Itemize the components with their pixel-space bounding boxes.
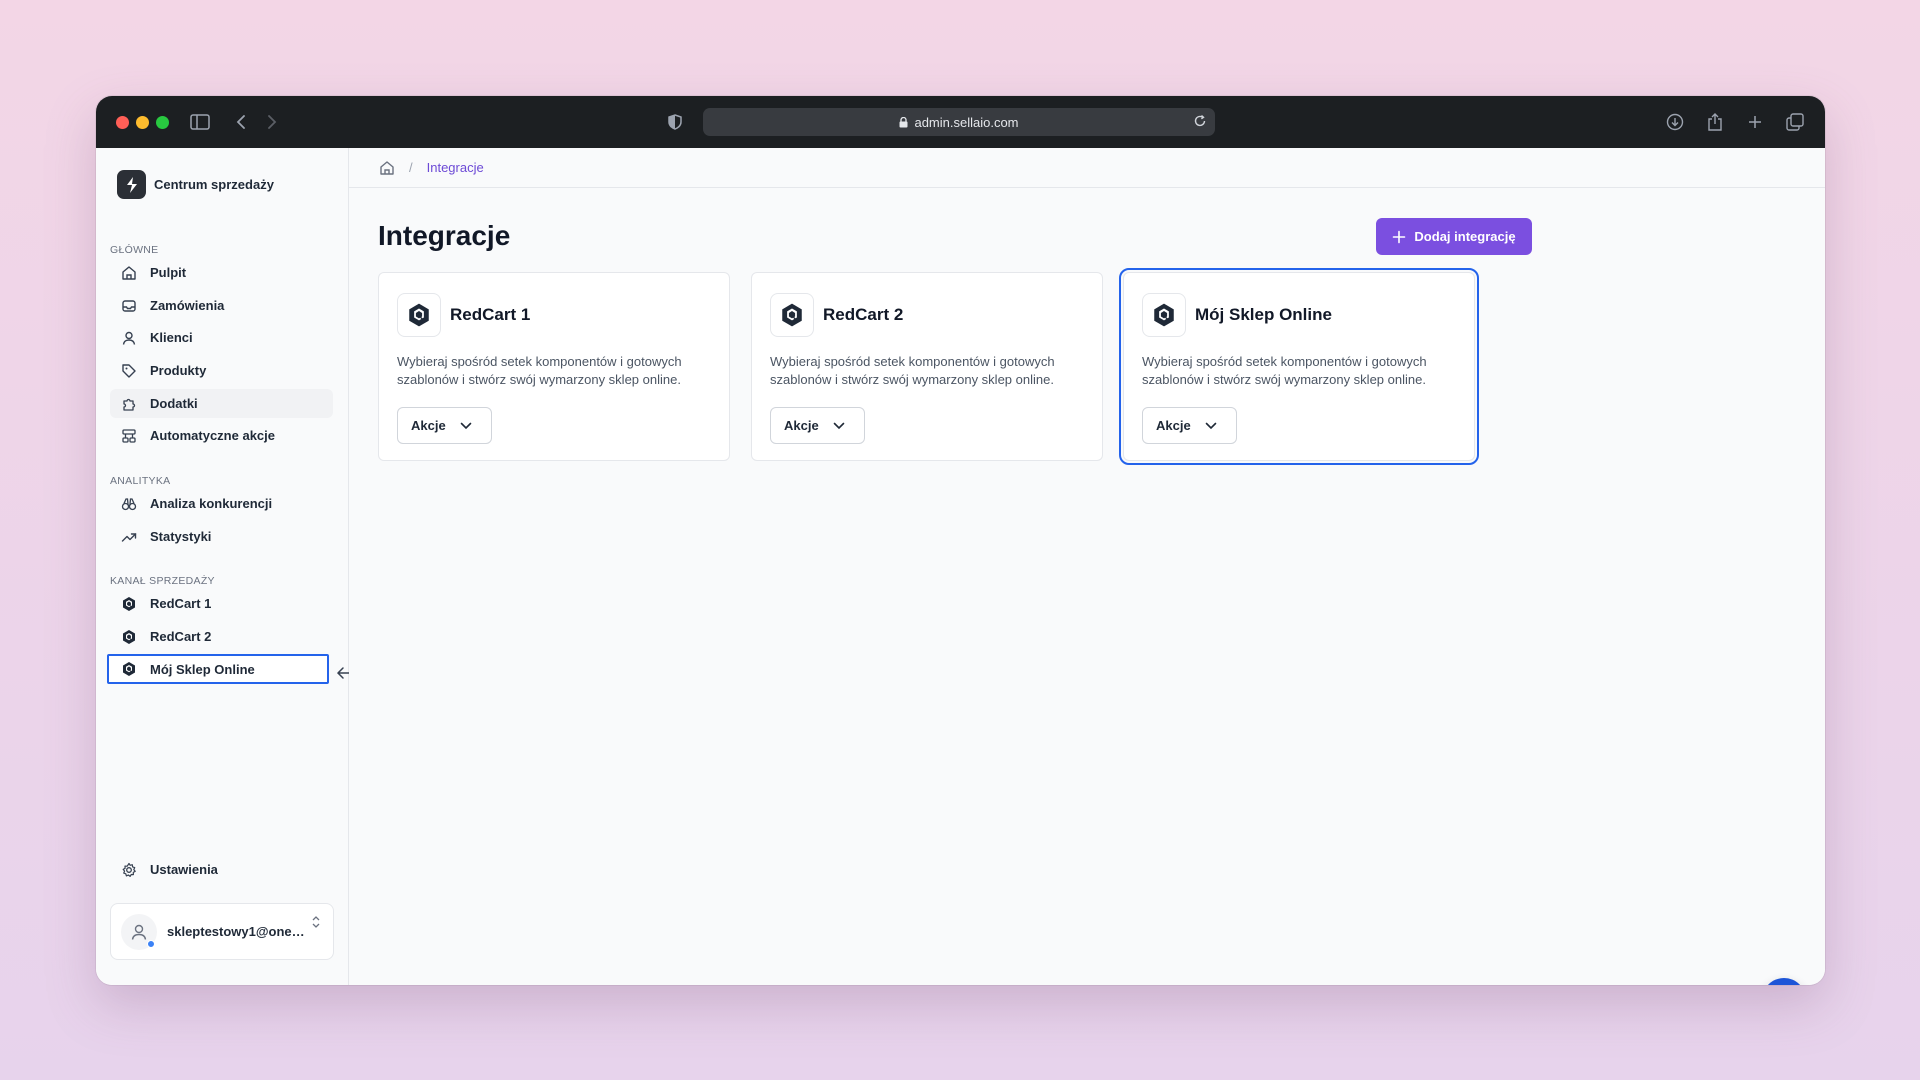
sidebar-item-klienci[interactable]: Klienci xyxy=(110,323,333,352)
address-bar[interactable]: admin.sellaio.com xyxy=(703,108,1215,136)
chevron-up-down-icon xyxy=(311,914,321,935)
redcart-logo-icon xyxy=(120,628,138,646)
tabs-overview-icon[interactable] xyxy=(1782,109,1808,135)
sidebar-item-moj-sklep-online[interactable]: Mój Sklep Online xyxy=(107,654,329,684)
sidebar-item-label: RedCart 2 xyxy=(150,629,212,644)
actions-dropdown-button[interactable]: Akcje xyxy=(770,407,865,444)
trend-icon xyxy=(120,528,138,546)
sidebar-item-analiza-konkurencji[interactable]: Analiza konkurencji xyxy=(110,489,333,518)
sidebar: Centrum sprzedaży GŁÓWNE Pulpit Zamówien… xyxy=(96,148,349,985)
home-icon xyxy=(120,264,138,282)
sidebar-item-label: Klienci xyxy=(150,330,193,345)
breadcrumb-separator: / xyxy=(409,160,413,175)
window-maximize-button[interactable] xyxy=(156,116,169,129)
binoculars-icon xyxy=(120,495,138,513)
chevron-down-icon xyxy=(833,422,845,430)
window-close-button[interactable] xyxy=(116,116,129,129)
user-account-switcher[interactable]: skleptestowy1@onet.pl xyxy=(110,903,334,960)
redcart-logo-icon xyxy=(1142,293,1186,337)
workflow-icon xyxy=(120,427,138,445)
sidebar-item-ustawienia[interactable]: Ustawienia xyxy=(110,855,333,884)
card-title: RedCart 2 xyxy=(823,305,904,324)
back-icon[interactable] xyxy=(228,109,254,135)
forward-icon[interactable] xyxy=(259,109,285,135)
brand[interactable]: Centrum sprzedaży xyxy=(117,170,274,199)
tag-icon xyxy=(120,362,138,380)
sidebar-toggle-icon[interactable] xyxy=(187,109,213,135)
card-title: RedCart 1 xyxy=(450,305,531,324)
sidebar-item-label: Pulpit xyxy=(150,265,187,280)
sidebar-item-label: RedCart 1 xyxy=(150,596,212,611)
sidebar-item-automatyczne-akcje[interactable]: Automatyczne akcje xyxy=(110,421,333,450)
user-icon xyxy=(120,329,138,347)
new-tab-icon[interactable] xyxy=(1742,109,1768,135)
sidebar-item-zamowienia[interactable]: Zamówienia xyxy=(110,291,333,320)
sidebar-item-label: Analiza konkurencji xyxy=(150,496,273,511)
inbox-icon xyxy=(120,297,138,315)
actions-label: Akcje xyxy=(784,418,819,433)
breadcrumb-current[interactable]: Integracje xyxy=(427,160,484,175)
window-minimize-button[interactable] xyxy=(136,116,149,129)
browser-window: admin.sellaio.com Centrum sprzedaży GŁÓW… xyxy=(96,96,1825,985)
add-integration-label: Dodaj integrację xyxy=(1414,229,1516,244)
section-label-main: GŁÓWNE xyxy=(110,244,159,256)
user-email: skleptestowy1@onet.pl xyxy=(167,924,307,939)
sidebar-item-label: Mój Sklep Online xyxy=(150,661,255,677)
brand-name: Centrum sprzedaży xyxy=(154,177,274,192)
gear-icon xyxy=(120,861,138,879)
integration-card-redcart-2[interactable]: RedCart 2 Wybieraj spośród setek kompone… xyxy=(751,272,1103,461)
browser-titlebar: admin.sellaio.com xyxy=(96,96,1825,148)
actions-label: Akcje xyxy=(1156,418,1191,433)
card-description: Wybieraj spośród setek komponentów i got… xyxy=(770,354,1055,387)
sidebar-item-label: Zamówienia xyxy=(150,298,225,313)
section-label-analytics: ANALITYKA xyxy=(110,475,171,487)
actions-label: Akcje xyxy=(411,418,446,433)
puzzle-icon xyxy=(120,395,138,413)
shield-icon[interactable] xyxy=(662,109,688,135)
card-description: Wybieraj spośród setek komponentów i got… xyxy=(1142,354,1427,387)
plus-icon xyxy=(1392,230,1406,244)
chevron-down-icon xyxy=(460,422,472,430)
reload-icon[interactable] xyxy=(1193,114,1207,128)
add-integration-button[interactable]: Dodaj integrację xyxy=(1376,218,1532,255)
sidebar-item-label: Produkty xyxy=(150,363,207,378)
actions-dropdown-button[interactable]: Akcje xyxy=(1142,407,1237,444)
integration-card-moj-sklep-online[interactable]: Mój Sklep Online Wybieraj spośród setek … xyxy=(1119,268,1479,465)
sidebar-item-label: Statystyki xyxy=(150,529,212,544)
sidebar-item-redcart-2[interactable]: RedCart 2 xyxy=(110,622,333,651)
lock-icon xyxy=(899,116,908,128)
sidebar-item-dodatki[interactable]: Dodatki xyxy=(110,389,333,418)
sidebar-item-statystyki[interactable]: Statystyki xyxy=(110,522,333,551)
share-icon[interactable] xyxy=(1702,109,1728,135)
sidebar-item-redcart-1[interactable]: RedCart 1 xyxy=(110,589,333,618)
url-text: admin.sellaio.com xyxy=(914,114,1019,130)
redcart-logo-icon xyxy=(397,293,441,337)
actions-dropdown-button[interactable]: Akcje xyxy=(397,407,492,444)
integration-card-redcart-1[interactable]: RedCart 1 Wybieraj spośród setek kompone… xyxy=(378,272,730,461)
sidebar-item-label: Dodatki xyxy=(150,396,198,411)
page-title: Integracje xyxy=(378,220,511,251)
online-status-dot xyxy=(147,939,155,948)
section-label-channels: KANAŁ SPRZEDAŻY xyxy=(110,575,215,587)
sidebar-item-produkty[interactable]: Produkty xyxy=(110,356,333,385)
download-icon[interactable] xyxy=(1662,109,1688,135)
redcart-logo-icon xyxy=(120,660,138,678)
card-description: Wybieraj spośród setek komponentów i got… xyxy=(397,354,682,387)
breadcrumb: / Integracje xyxy=(349,148,1825,188)
sidebar-item-pulpit[interactable]: Pulpit xyxy=(110,258,333,287)
brand-logo-icon xyxy=(117,170,146,199)
redcart-logo-icon xyxy=(120,595,138,613)
chat-support-button[interactable] xyxy=(1762,978,1806,985)
main-content: / Integracje Integracje Dodaj integrację… xyxy=(349,148,1825,985)
sidebar-item-label: Automatyczne akcje xyxy=(150,428,275,443)
avatar xyxy=(121,913,157,950)
card-title: Mój Sklep Online xyxy=(1195,305,1332,324)
redcart-logo-icon xyxy=(770,293,814,337)
sidebar-item-label: Ustawienia xyxy=(150,862,218,877)
chevron-down-icon xyxy=(1205,422,1217,430)
breadcrumb-home-icon[interactable] xyxy=(379,160,395,176)
